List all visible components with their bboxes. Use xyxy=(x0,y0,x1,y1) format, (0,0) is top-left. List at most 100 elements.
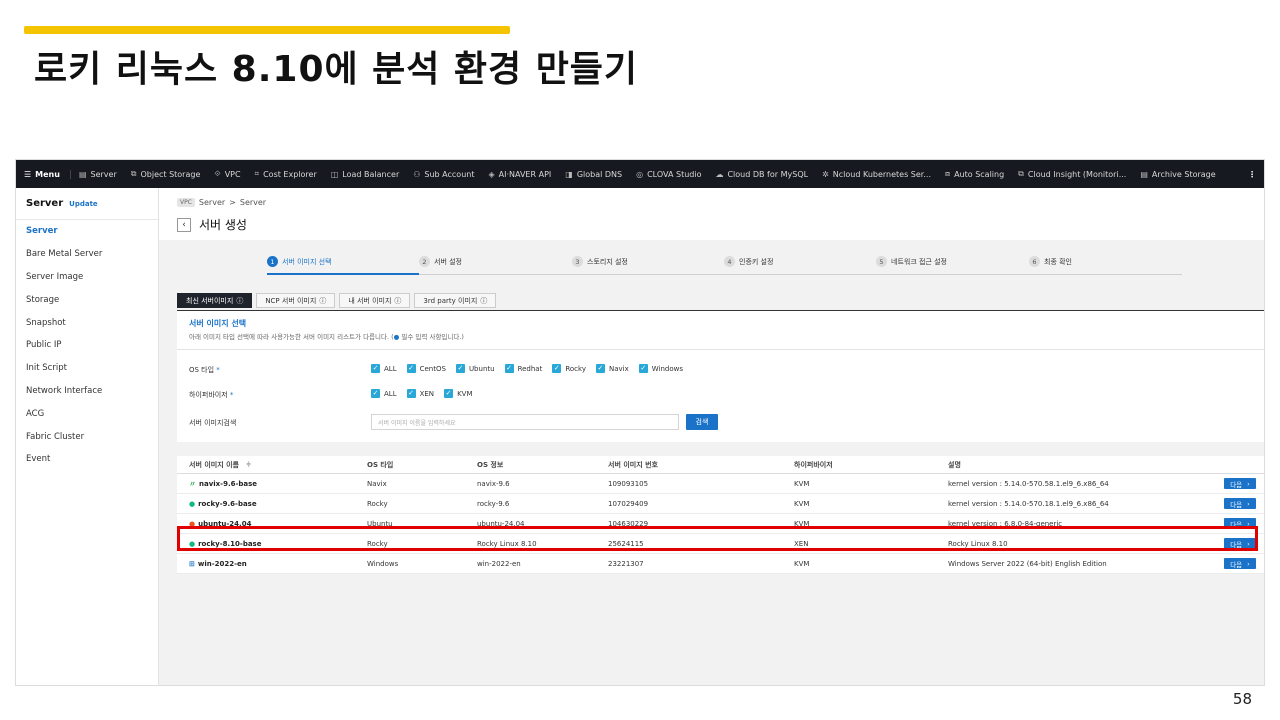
os-checkbox-ubuntu[interactable]: ✓ Ubuntu xyxy=(455,364,495,373)
search-button[interactable]: 검색 xyxy=(686,414,718,430)
os-checkbox-redhat[interactable]: ✓ Redhat xyxy=(504,364,543,373)
table-row[interactable]: 〃 navix-9.6-base Navix navix-9.6 109093105 KV… xyxy=(177,474,1264,494)
step-1[interactable]: 1 서버 이미지 선택 xyxy=(267,256,332,267)
breadcrumb-item[interactable]: Server xyxy=(199,198,225,207)
sidebar-item-network-interface[interactable]: Network Interface xyxy=(16,380,158,403)
os-checkbox-windows[interactable]: ✓ Windows xyxy=(638,364,683,373)
checkbox-checked-icon[interactable]: ✓ xyxy=(638,364,648,373)
checkbox-checked-icon[interactable]: ✓ xyxy=(595,364,605,373)
checkbox-checked-icon[interactable]: ✓ xyxy=(406,364,416,373)
sidebar-item-fabric-cluster[interactable]: Fabric Cluster xyxy=(16,425,158,448)
sidebar-item-server[interactable]: Server xyxy=(16,220,158,243)
nav-item-global-dns[interactable]: ◨ Global DNS xyxy=(565,169,622,179)
scaling-icon: ⧈ xyxy=(944,169,951,178)
table-row[interactable]: ⊞ win-2022-en Windows win-2022-en 23221307 KV… xyxy=(177,554,1264,574)
step-5[interactable]: 5 네트워크 접근 설정 xyxy=(876,256,947,267)
table-row[interactable]: ● rocky-9.6-base Rocky rocky-9.6 107029409 KV… xyxy=(177,494,1264,514)
checkbox-checked-icon[interactable]: ✓ xyxy=(552,364,562,373)
nav-item-sub-account[interactable]: ⚇ Sub Account xyxy=(413,169,474,179)
next-button[interactable]: 다음 › xyxy=(1224,498,1256,509)
top-navigation: ☰ Menu ▤ Server ⧉ Object Storage ⟐ VPC ⌗ Cost E… xyxy=(16,160,1264,188)
nav-item-clova-studio[interactable]: ◎ CLOVA Studio xyxy=(636,169,701,179)
nav-item-cloud-insight-monitori[interactable]: ⧉ Cloud Insight (Monitori... xyxy=(1018,169,1126,179)
next-button[interactable]: 다음 › xyxy=(1224,538,1256,549)
sidebar-item-bare-metal-server[interactable]: Bare Metal Server xyxy=(16,243,158,266)
breadcrumb-separator: > xyxy=(229,198,236,207)
sidebar-item-storage[interactable]: Storage xyxy=(16,288,158,311)
checkbox-checked-icon[interactable]: ✓ xyxy=(371,364,380,373)
image-name-cell: ● rocky-8.10-base xyxy=(177,540,367,548)
tab-2[interactable]: 내 서버 이미지 ⓘ xyxy=(339,293,411,308)
next-button[interactable]: 다음 › xyxy=(1224,518,1256,529)
step-2[interactable]: 2 서버 설정 xyxy=(419,256,462,267)
checkbox-checked-icon[interactable]: ✓ xyxy=(371,389,380,398)
help-icon: ⓘ xyxy=(480,296,488,305)
tab-0[interactable]: 최신 서버이미지 ⓘ xyxy=(177,293,253,308)
sidebar-item-event[interactable]: Event xyxy=(16,448,158,471)
table-row[interactable]: ● rocky-8.10-base Rocky Rocky Linux 8.10 256… xyxy=(177,534,1264,554)
step-3[interactable]: 3 스토리지 설정 xyxy=(572,256,628,267)
tab-3[interactable]: 3rd party 이미지 ⓘ xyxy=(414,293,497,308)
nav-item-load-balancer[interactable]: ◫ Load Balancer xyxy=(331,169,400,179)
next-button[interactable]: 다음 › xyxy=(1224,478,1256,489)
page-header: ‹ 서버 생성 xyxy=(177,216,247,233)
os-checkbox-all[interactable]: ✓ ALL xyxy=(371,364,397,373)
table-row[interactable]: ● ubuntu-24.04 Ubuntu ubuntu-24.04 104630229… xyxy=(177,514,1264,534)
step-6[interactable]: 6 최종 확인 xyxy=(1029,256,1072,267)
menu-button[interactable]: ☰ Menu xyxy=(24,169,71,179)
nav-item-vpc[interactable]: ⟐ VPC xyxy=(214,169,240,179)
checkbox-label: Windows xyxy=(651,364,683,373)
checkbox-label: Navix xyxy=(608,364,629,373)
image-name: rocky-8.10-base xyxy=(198,539,262,548)
checkbox-checked-icon[interactable]: ✓ xyxy=(406,389,416,398)
checkbox-checked-icon[interactable]: ✓ xyxy=(504,364,514,373)
os-checkbox-centos[interactable]: ✓ CentOS xyxy=(406,364,446,373)
nav-item-ai-naver-api[interactable]: ◈ AI·NAVER API xyxy=(488,169,551,179)
image-name: win-2022-en xyxy=(197,559,247,568)
sort-icon[interactable]: ≑ xyxy=(246,461,251,468)
sidebar-item-snapshot[interactable]: Snapshot xyxy=(16,311,158,334)
action-cell: 다음 › xyxy=(1218,518,1264,529)
image-name: ubuntu-24.04 xyxy=(198,519,252,528)
checkbox-checked-icon[interactable]: ✓ xyxy=(455,364,465,373)
nav-item-cloud-db-for-mysql[interactable]: ☁ Cloud DB for MySQL xyxy=(715,169,808,179)
nav-item-label: Auto Scaling xyxy=(954,169,1005,179)
checkbox-checked-icon[interactable]: ✓ xyxy=(444,389,454,398)
help-icon: ⓘ xyxy=(319,296,327,305)
menu-label: Menu xyxy=(35,169,60,179)
step-number: 4 xyxy=(724,256,735,267)
image-search-input[interactable]: 서버 이미지 이름을 입력하세요 xyxy=(371,414,679,430)
col-header: 서버 이미지 번호 xyxy=(608,460,658,469)
step-4[interactable]: 4 인증키 설정 xyxy=(724,256,773,267)
sidebar-item-init-script[interactable]: Init Script xyxy=(16,357,158,380)
os-checkbox-navix[interactable]: ✓ Navix xyxy=(595,364,629,373)
page-number: 58 xyxy=(1232,690,1252,708)
os-checkbox-rocky[interactable]: ✓ Rocky xyxy=(552,364,586,373)
back-button[interactable]: ‹ xyxy=(177,217,191,232)
nav-item-archive-storage[interactable]: ▤ Archive Storage xyxy=(1140,169,1215,179)
next-button[interactable]: 다음 › xyxy=(1224,558,1256,569)
more-options-icon[interactable]: ⋮ xyxy=(1248,170,1256,179)
os-type-label: OS 타입 * xyxy=(189,366,220,374)
hypervisor-checkbox-all[interactable]: ✓ ALL xyxy=(371,389,397,398)
image-name-cell: 〃 navix-9.6-base xyxy=(177,479,367,489)
next-label: 다음 xyxy=(1230,560,1243,569)
nav-item-label: CLOVA Studio xyxy=(647,169,702,179)
tab-1[interactable]: NCP 서버 이미지 ⓘ xyxy=(256,293,336,308)
step-label: 서버 설정 xyxy=(434,257,462,266)
col-header[interactable]: 서버 이미지 이름 ≑ xyxy=(177,460,367,470)
checkbox-label: Redhat xyxy=(517,364,543,373)
breadcrumb-item[interactable]: Server xyxy=(240,198,266,207)
nav-item-cost-explorer[interactable]: ⌗ Cost Explorer xyxy=(255,169,317,179)
nav-item-ncloud-kubernetes-ser[interactable]: ✲ Ncloud Kubernetes Ser... xyxy=(822,169,931,179)
sidebar-item-server-image[interactable]: Server Image xyxy=(16,266,158,289)
hypervisor-checkbox-xen[interactable]: ✓ XEN xyxy=(406,389,434,398)
hypervisor-checkbox-kvm[interactable]: ✓ KVM xyxy=(444,389,472,398)
insight-icon: ⧉ xyxy=(1018,169,1024,178)
nav-item-auto-scaling[interactable]: ⧈ Auto Scaling xyxy=(945,169,1004,179)
nav-item-server[interactable]: ▤ Server xyxy=(79,169,117,179)
sidebar-item-acg[interactable]: ACG xyxy=(16,402,158,425)
nav-item-object-storage[interactable]: ⧉ Object Storage xyxy=(131,169,201,179)
sidebar-item-public-ip[interactable]: Public IP xyxy=(16,334,158,357)
content-area: 1 서버 이미지 선택 2 서버 설정 3 스토리지 설정 4 인증키 설정 5 네트워크 접근 … xyxy=(159,240,1264,685)
